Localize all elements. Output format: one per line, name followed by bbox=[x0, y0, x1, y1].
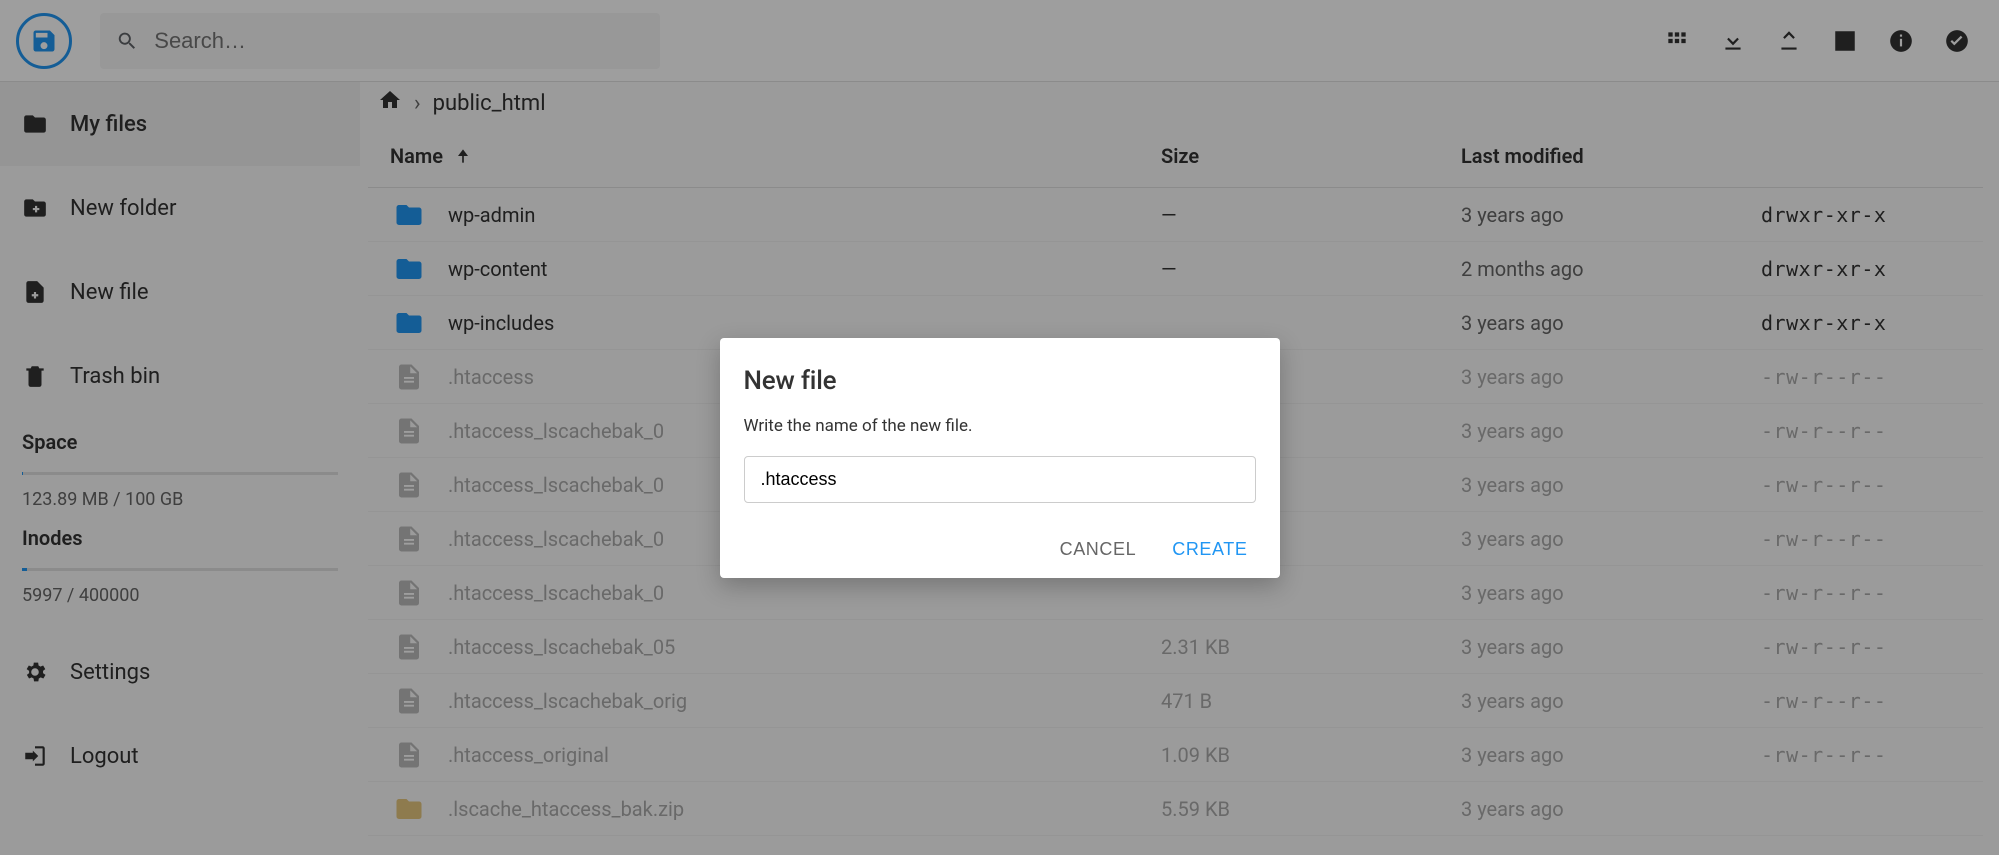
dialog-title: New file bbox=[744, 366, 1256, 396]
new-file-dialog: New file Write the name of the new file.… bbox=[720, 338, 1280, 578]
cancel-button[interactable]: CANCEL bbox=[1060, 539, 1137, 560]
dialog-prompt: Write the name of the new file. bbox=[744, 416, 1256, 436]
create-button[interactable]: CREATE bbox=[1172, 539, 1247, 560]
modal-overlay[interactable]: New file Write the name of the new file.… bbox=[0, 0, 1999, 855]
filename-input[interactable] bbox=[744, 456, 1256, 503]
